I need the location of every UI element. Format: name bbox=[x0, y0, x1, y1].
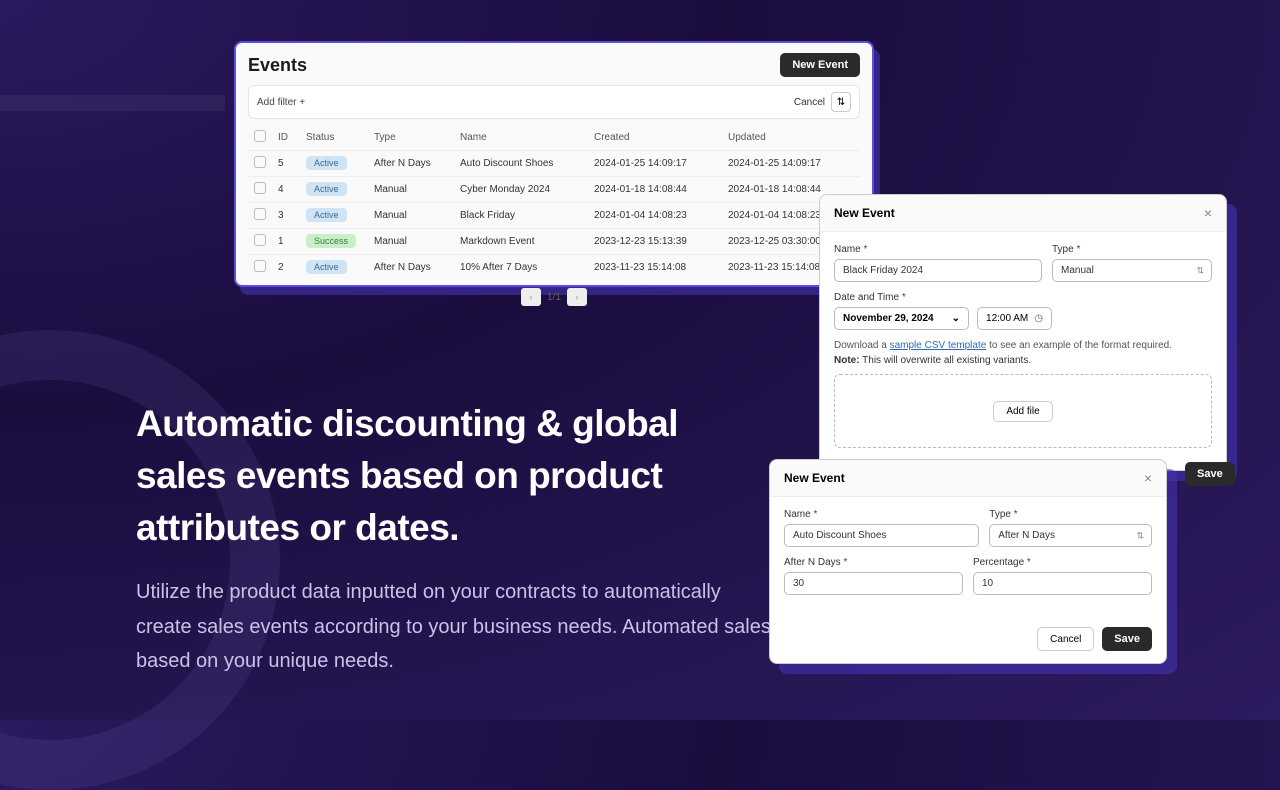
marketing-body: Utilize the product data inputted on you… bbox=[136, 575, 776, 678]
col-status: Status bbox=[300, 125, 368, 151]
marketing-heading: Automatic discounting & global sales eve… bbox=[136, 398, 776, 553]
row-checkbox[interactable] bbox=[254, 156, 266, 168]
events-title: Events bbox=[248, 55, 307, 76]
table-row[interactable]: 1 Success ManualMarkdown Event2023-12-23 1… bbox=[248, 229, 860, 255]
sort-icon[interactable]: ⇅ bbox=[831, 92, 851, 112]
cell-id: 5 bbox=[272, 151, 300, 177]
name-input[interactable] bbox=[784, 524, 979, 547]
status-badge: Active bbox=[306, 208, 347, 222]
events-panel: Events New Event Add filter Cancel ⇅ ID … bbox=[234, 41, 874, 287]
prev-page-button[interactable]: ‹ bbox=[521, 288, 541, 306]
cell-name: 10% After 7 Days bbox=[454, 255, 588, 281]
file-dropzone[interactable]: Add file bbox=[834, 374, 1212, 448]
new-event-modal-manual: New Event × Name Type Date and Time Nove… bbox=[819, 194, 1227, 471]
add-filter-button[interactable]: Add filter bbox=[257, 97, 305, 108]
name-label: Name bbox=[784, 509, 979, 520]
close-icon[interactable]: × bbox=[1204, 205, 1212, 221]
table-row[interactable]: 4 Active ManualCyber Monday 20242024-01-18… bbox=[248, 177, 860, 203]
status-badge: Active bbox=[306, 182, 347, 196]
cell-id: 4 bbox=[272, 177, 300, 203]
cell-created: 2024-01-04 14:08:23 bbox=[588, 203, 722, 229]
cell-name: Markdown Event bbox=[454, 229, 588, 255]
add-file-button[interactable]: Add file bbox=[993, 401, 1052, 422]
col-updated: Updated bbox=[722, 125, 860, 151]
percentage-input[interactable] bbox=[973, 572, 1152, 595]
decor-bar bbox=[0, 95, 225, 111]
events-table: ID Status Type Name Created Updated 5 Act… bbox=[248, 125, 860, 280]
row-checkbox[interactable] bbox=[254, 208, 266, 220]
type-select[interactable] bbox=[989, 524, 1152, 547]
modal-title: New Event bbox=[784, 471, 845, 485]
sample-csv-link[interactable]: sample CSV template bbox=[890, 340, 987, 351]
table-row[interactable]: 5ActiveAfter N DaysAuto Discount Shoes20… bbox=[248, 151, 860, 177]
type-select[interactable] bbox=[1052, 259, 1212, 282]
col-name: Name bbox=[454, 125, 588, 151]
cell-created: 2024-01-18 14:08:44 bbox=[588, 177, 722, 203]
new-event-modal-auto: New Event × Name Type After N Days Perce… bbox=[769, 459, 1167, 664]
overwrite-note: Note: This will overwrite all existing v… bbox=[834, 355, 1212, 366]
name-input[interactable] bbox=[834, 259, 1042, 282]
modal-title: New Event bbox=[834, 206, 895, 220]
status-badge: Active bbox=[306, 260, 347, 274]
cell-type: Manual bbox=[368, 229, 454, 255]
datetime-label: Date and Time bbox=[834, 292, 1212, 303]
time-picker[interactable]: 12:00 AM bbox=[977, 307, 1052, 330]
page-indicator: 1/1 bbox=[547, 292, 561, 303]
cell-updated: 2024-01-25 14:09:17 bbox=[722, 151, 860, 177]
select-all-checkbox[interactable] bbox=[254, 130, 266, 142]
marketing-copy: Automatic discounting & global sales eve… bbox=[136, 398, 776, 679]
cell-type: Manual bbox=[368, 203, 454, 229]
next-page-button[interactable]: › bbox=[567, 288, 587, 306]
new-event-button[interactable]: New Event bbox=[780, 53, 860, 77]
cell-id: 1 bbox=[272, 229, 300, 255]
after-n-days-label: After N Days bbox=[784, 557, 963, 568]
csv-help-text: Download a sample CSV template to see an… bbox=[834, 340, 1212, 351]
table-row[interactable]: 2 Active After N Days10% After 7 Days2023-… bbox=[248, 255, 860, 281]
cell-created: 2024-01-25 14:09:17 bbox=[588, 151, 722, 177]
status-badge: Success bbox=[306, 234, 356, 248]
status-badge: Active bbox=[306, 156, 347, 170]
cell-type: After N Days bbox=[368, 151, 454, 177]
cell-created: 2023-11-23 15:14:08 bbox=[588, 255, 722, 281]
type-label: Type bbox=[1052, 244, 1212, 255]
col-id: ID bbox=[272, 125, 300, 151]
cell-created: 2023-12-23 15:13:39 bbox=[588, 229, 722, 255]
cell-name: Auto Discount Shoes bbox=[454, 151, 588, 177]
table-row[interactable]: 3 Active ManualBlack Friday2024-01-04 14:0… bbox=[248, 203, 860, 229]
col-type: Type bbox=[368, 125, 454, 151]
date-picker[interactable]: November 29, 2024 bbox=[834, 307, 969, 330]
row-checkbox[interactable] bbox=[254, 234, 266, 246]
events-toolbar: Add filter Cancel ⇅ bbox=[248, 85, 860, 119]
cell-id: 3 bbox=[272, 203, 300, 229]
type-label: Type bbox=[989, 509, 1152, 520]
save-button[interactable]: Save bbox=[1102, 627, 1152, 651]
save-button[interactable]: Save bbox=[1185, 462, 1235, 486]
col-created: Created bbox=[588, 125, 722, 151]
pagination: ‹ 1/1 › bbox=[248, 288, 860, 306]
cell-type: Manual bbox=[368, 177, 454, 203]
cell-name: Black Friday bbox=[454, 203, 588, 229]
cell-type: After N Days bbox=[368, 255, 454, 281]
name-label: Name bbox=[834, 244, 1042, 255]
after-n-days-input[interactable] bbox=[784, 572, 963, 595]
close-icon[interactable]: × bbox=[1144, 470, 1152, 486]
percentage-label: Percentage bbox=[973, 557, 1152, 568]
cell-name: Cyber Monday 2024 bbox=[454, 177, 588, 203]
cancel-button[interactable]: Cancel bbox=[794, 97, 825, 108]
row-checkbox[interactable] bbox=[254, 260, 266, 272]
row-checkbox[interactable] bbox=[254, 182, 266, 194]
cell-id: 2 bbox=[272, 255, 300, 281]
cancel-button[interactable]: Cancel bbox=[1037, 627, 1094, 651]
